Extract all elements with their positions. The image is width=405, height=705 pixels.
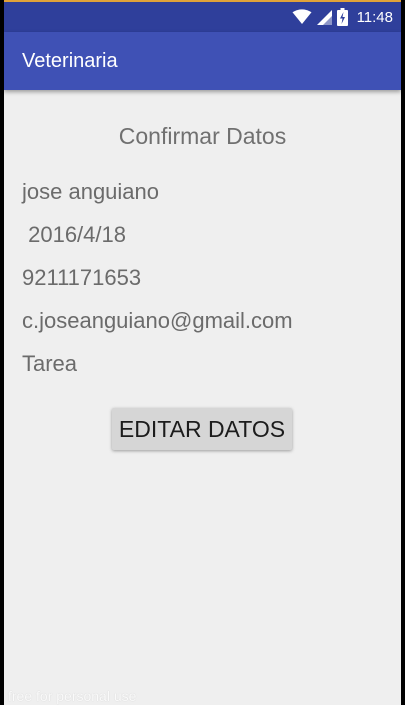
battery-icon [336, 8, 348, 26]
date-value: 2016/4/18 [22, 222, 126, 247]
app-bar: Veterinaria [4, 32, 401, 90]
device-screen: 11:48 Veterinaria Confirmar Datos jose a… [4, 0, 401, 705]
status-icons: 11:48 [292, 2, 393, 32]
description-value: Tarea [22, 351, 78, 376]
app-title: Veterinaria [22, 50, 118, 72]
watermark-text: free for personal use [8, 688, 137, 704]
screen-title: Confirmar Datos [118, 123, 287, 149]
content-area: Confirmar Datos jose anguiano 2016/4/18 … [4, 90, 401, 705]
phone-value: 9211171653 [22, 265, 142, 290]
status-clock: 11:48 [356, 8, 393, 26]
edit-data-button[interactable]: EDITAR DATOS [112, 408, 292, 450]
wifi-icon [292, 9, 312, 25]
signal-icon [316, 9, 332, 25]
name-value: jose anguiano [22, 179, 160, 204]
email-value: c.joseanguiano@gmail.com [22, 308, 293, 333]
status-bar: 11:48 [4, 2, 401, 32]
